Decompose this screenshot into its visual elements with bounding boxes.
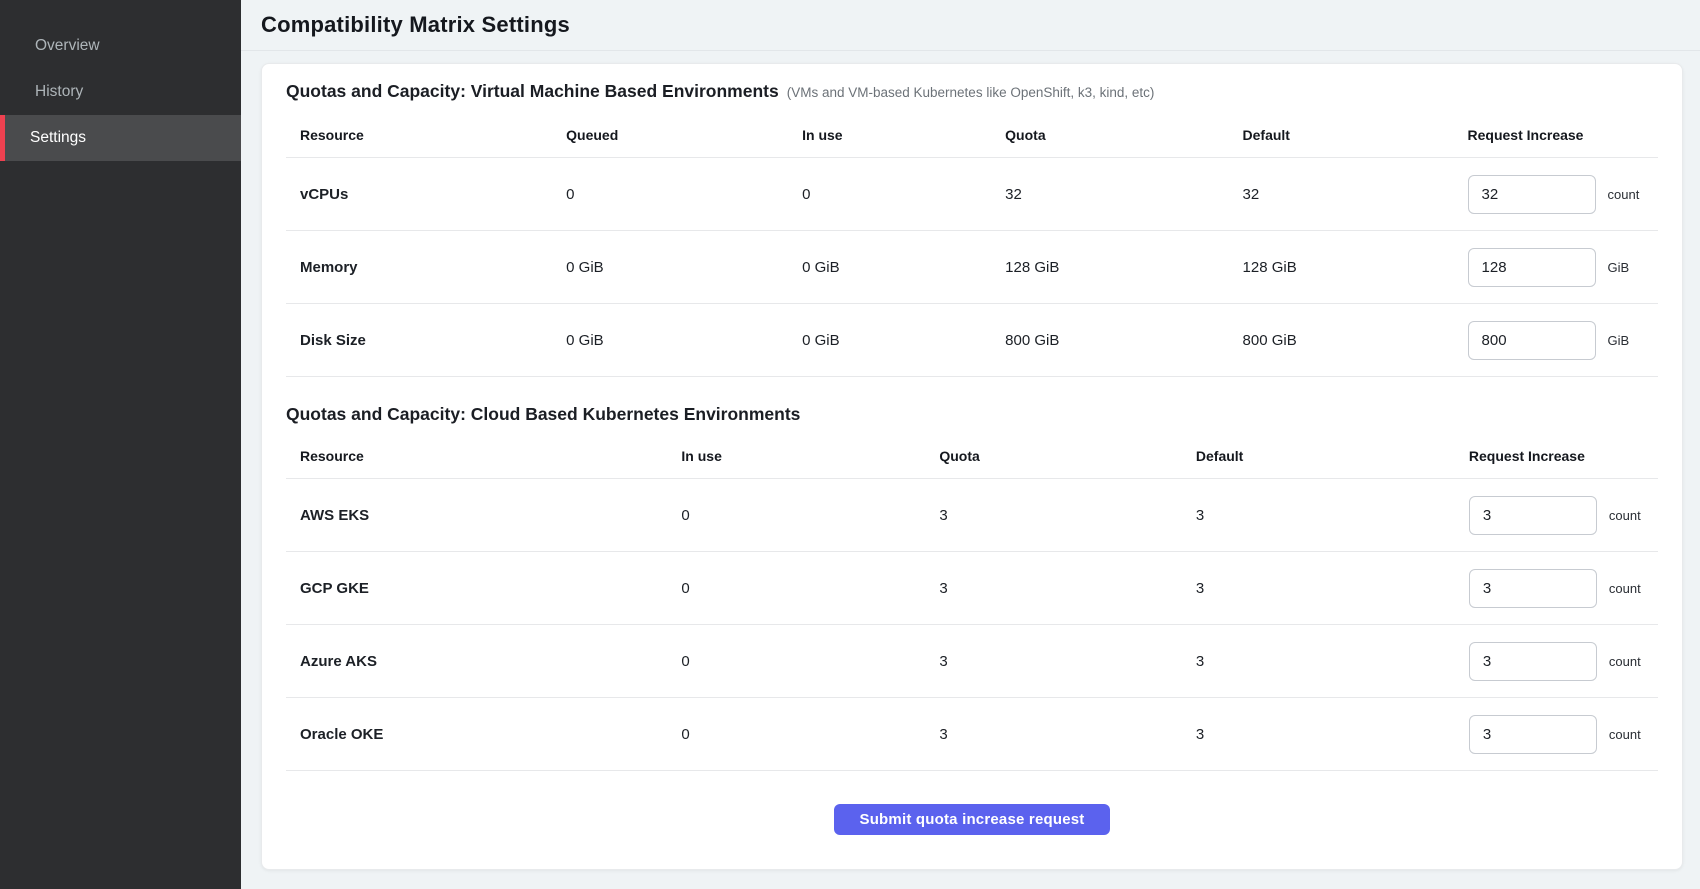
in-use-value: 0 bbox=[667, 507, 925, 524]
submit-area: Submit quota increase request bbox=[286, 771, 1658, 869]
column-header-queued: Queued bbox=[552, 127, 788, 143]
default-value: 3 bbox=[1182, 653, 1455, 670]
request-increase-input-disk-size[interactable] bbox=[1468, 321, 1596, 360]
quotas-card: Quotas and Capacity: Virtual Machine Bas… bbox=[261, 63, 1683, 870]
table-row-gcp-gke: GCP GKE 0 3 3 count bbox=[286, 552, 1658, 625]
column-header-quota: Quota bbox=[925, 448, 1182, 464]
quota-value: 3 bbox=[925, 653, 1182, 670]
queued-value: 0 GiB bbox=[552, 332, 788, 349]
resource-name: GCP GKE bbox=[286, 580, 667, 597]
queued-value: 0 bbox=[552, 186, 788, 203]
unit-label: count bbox=[1609, 508, 1641, 523]
table-row-memory: Memory 0 GiB 0 GiB 128 GiB 128 GiB GiB bbox=[286, 231, 1658, 304]
column-header-default: Default bbox=[1229, 127, 1454, 143]
default-value: 3 bbox=[1182, 726, 1455, 743]
unit-label: count bbox=[1608, 187, 1640, 202]
column-header-in-use: In use bbox=[667, 448, 925, 464]
column-header-resource: Resource bbox=[286, 127, 552, 143]
request-increase-input-memory[interactable] bbox=[1468, 248, 1596, 287]
table-row-disk-size: Disk Size 0 GiB 0 GiB 800 GiB 800 GiB Gi… bbox=[286, 304, 1658, 377]
quota-value: 3 bbox=[925, 726, 1182, 743]
quota-value: 800 GiB bbox=[991, 332, 1228, 349]
resource-name: AWS EKS bbox=[286, 507, 667, 524]
vm-table-header: Resource Queued In use Quota Default Req… bbox=[286, 112, 1658, 158]
request-increase-input-oracle-oke[interactable] bbox=[1469, 715, 1597, 754]
request-increase-input-azure-aks[interactable] bbox=[1469, 642, 1597, 681]
unit-label: count bbox=[1609, 727, 1641, 742]
default-value: 3 bbox=[1182, 507, 1455, 524]
cloud-table-header: Resource In use Quota Default Request In… bbox=[286, 433, 1658, 479]
cloud-section-header: Quotas and Capacity: Cloud Based Kuberne… bbox=[286, 377, 1658, 433]
main-content: Compatibility Matrix Settings Quotas and… bbox=[241, 0, 1700, 889]
resource-name: Disk Size bbox=[286, 332, 552, 349]
resource-name: Memory bbox=[286, 259, 552, 276]
cloud-section-title: Quotas and Capacity: Cloud Based Kuberne… bbox=[286, 404, 800, 425]
column-header-default: Default bbox=[1182, 448, 1455, 464]
sidebar-item-history[interactable]: History bbox=[0, 69, 241, 115]
unit-label: count bbox=[1609, 581, 1641, 596]
default-value: 800 GiB bbox=[1229, 332, 1454, 349]
default-value: 3 bbox=[1182, 580, 1455, 597]
queued-value: 0 GiB bbox=[552, 259, 788, 276]
request-increase-input-vcpus[interactable] bbox=[1468, 175, 1596, 214]
vm-section-header: Quotas and Capacity: Virtual Machine Bas… bbox=[286, 64, 1658, 112]
app-root: Overview History Settings Compatibility … bbox=[0, 0, 1700, 889]
column-header-in-use: In use bbox=[788, 127, 991, 143]
in-use-value: 0 bbox=[788, 186, 991, 203]
resource-name: Oracle OKE bbox=[286, 726, 667, 743]
submit-quota-increase-button[interactable]: Submit quota increase request bbox=[834, 804, 1110, 835]
quota-value: 3 bbox=[925, 507, 1182, 524]
resource-name: Azure AKS bbox=[286, 653, 667, 670]
table-row-oracle-oke: Oracle OKE 0 3 3 count bbox=[286, 698, 1658, 771]
column-header-quota: Quota bbox=[991, 127, 1228, 143]
page-title: Compatibility Matrix Settings bbox=[261, 12, 570, 38]
in-use-value: 0 bbox=[667, 653, 925, 670]
vm-section-title: Quotas and Capacity: Virtual Machine Bas… bbox=[286, 81, 779, 102]
sidebar-item-settings[interactable]: Settings bbox=[0, 115, 241, 161]
unit-label: count bbox=[1609, 654, 1641, 669]
in-use-value: 0 bbox=[667, 580, 925, 597]
table-row-vcpus: vCPUs 0 0 32 32 count bbox=[286, 158, 1658, 231]
request-increase-input-aws-eks[interactable] bbox=[1469, 496, 1597, 535]
in-use-value: 0 GiB bbox=[788, 259, 991, 276]
quota-value: 32 bbox=[991, 186, 1228, 203]
page-header: Compatibility Matrix Settings bbox=[241, 0, 1700, 51]
table-row-aws-eks: AWS EKS 0 3 3 count bbox=[286, 479, 1658, 552]
table-row-azure-aks: Azure AKS 0 3 3 count bbox=[286, 625, 1658, 698]
quota-value: 3 bbox=[925, 580, 1182, 597]
in-use-value: 0 bbox=[667, 726, 925, 743]
default-value: 128 GiB bbox=[1229, 259, 1454, 276]
request-increase-input-gcp-gke[interactable] bbox=[1469, 569, 1597, 608]
vm-section-subtitle: (VMs and VM-based Kubernetes like OpenSh… bbox=[787, 85, 1155, 100]
sidebar-item-overview[interactable]: Overview bbox=[0, 23, 241, 69]
quota-value: 128 GiB bbox=[991, 259, 1228, 276]
unit-label: GiB bbox=[1608, 333, 1630, 348]
in-use-value: 0 GiB bbox=[788, 332, 991, 349]
resource-name: vCPUs bbox=[286, 186, 552, 203]
column-header-resource: Resource bbox=[286, 448, 667, 464]
column-header-request-increase: Request Increase bbox=[1455, 448, 1658, 464]
column-header-request-increase: Request Increase bbox=[1454, 127, 1658, 143]
unit-label: GiB bbox=[1608, 260, 1630, 275]
default-value: 32 bbox=[1229, 186, 1454, 203]
sidebar: Overview History Settings bbox=[0, 0, 241, 889]
